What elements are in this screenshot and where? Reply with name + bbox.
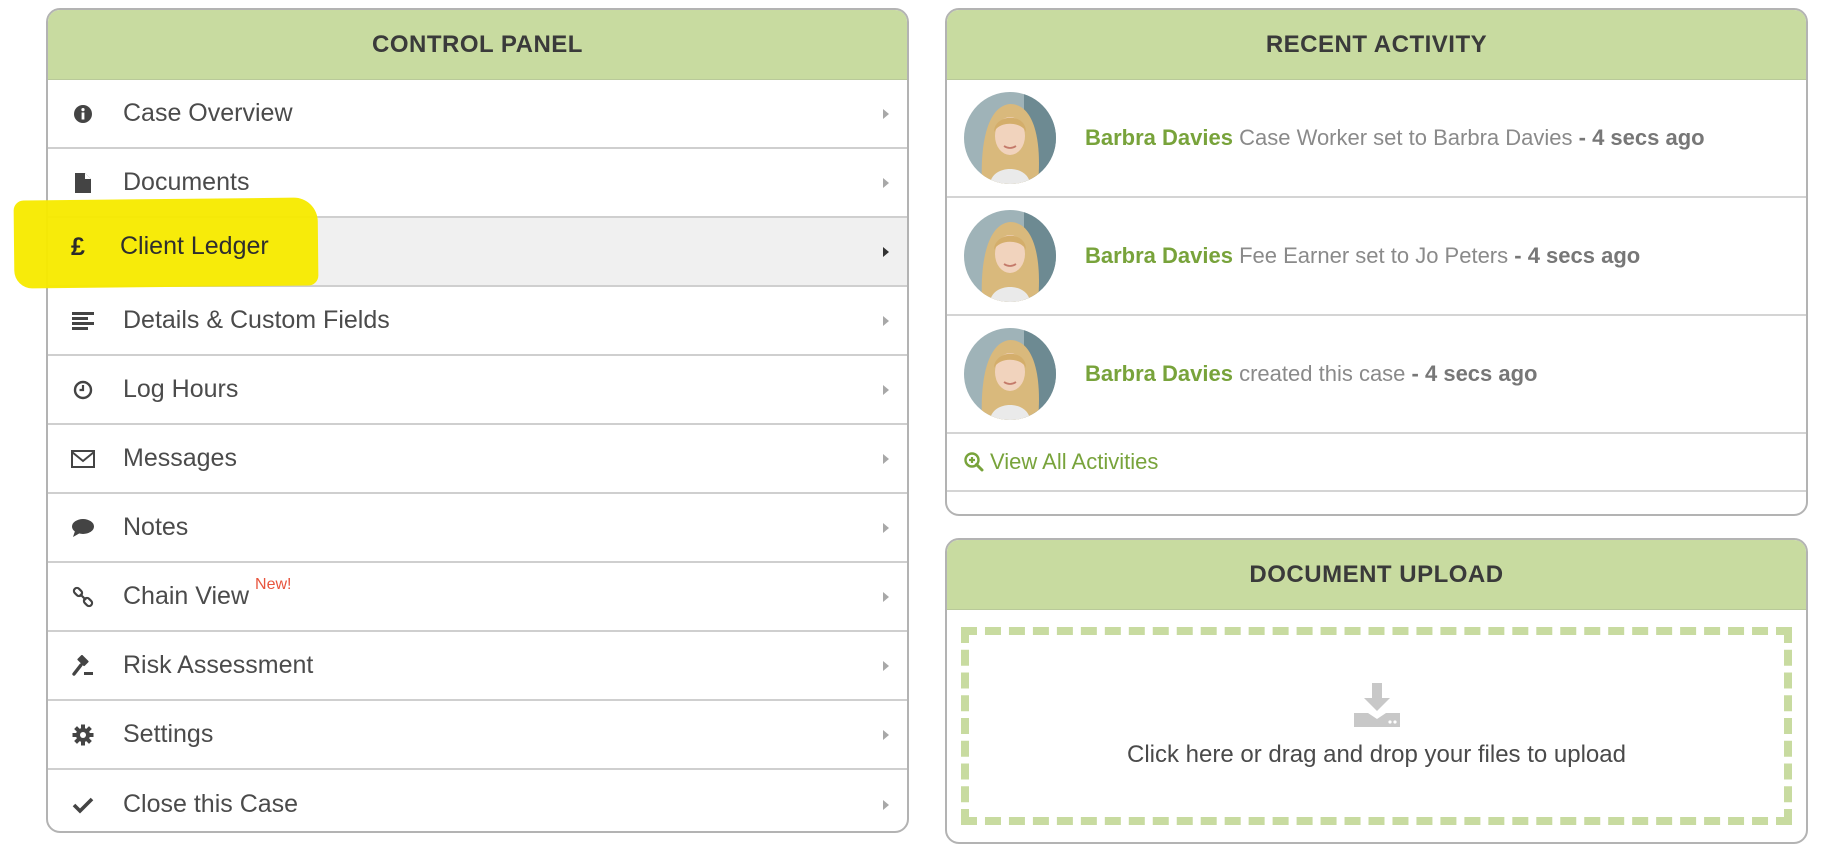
activity-item: Barbra Davies created this case - 4 secs… [947,316,1806,434]
activity-timestamp: 4 secs ago [1527,243,1641,268]
menu-item-details-custom-fields[interactable]: Details & Custom Fields [48,287,907,356]
activity-description: Barbra Davies created this case - 4 secs… [1085,361,1538,387]
control-panel-title: CONTROL PANEL [48,10,907,80]
chevron-right-icon [883,660,889,671]
avatar[interactable] [964,328,1056,420]
chevron-right-icon [883,246,889,257]
menu-item-notes[interactable]: Notes [48,494,907,563]
activity-item: Barbra Davies Fee Earner set to Jo Peter… [947,198,1806,316]
chevron-right-icon [883,315,889,326]
chevron-right-icon [883,384,889,395]
menu-item-label: Case Overview [123,99,293,127]
activity-user-link[interactable]: Barbra Davies [1085,361,1233,386]
control-panel: CONTROL PANEL Case Overview Documents De… [46,8,909,833]
activity-separator: - [1572,125,1593,150]
menu-item-case-overview[interactable]: Case Overview [48,80,907,149]
file-dropzone[interactable]: Click here or drag and drop your files t… [961,627,1792,825]
gear-icon [70,722,96,748]
recent-activity-title: RECENT ACTIVITY [947,10,1806,80]
activity-timestamp: 4 secs ago [1592,125,1705,150]
menu-item-label: Notes [123,513,189,541]
comment-icon [70,515,96,541]
activity-timestamp: 4 secs ago [1424,361,1538,386]
chevron-right-icon [883,522,889,533]
envelope-icon [70,446,96,472]
menu-item-label: Messages [123,444,237,472]
avatar[interactable] [964,92,1056,184]
activity-separator: - [1508,243,1528,268]
info-icon [70,101,96,127]
menu-item-label: Risk Assessment [123,651,314,679]
activity-description: Barbra Davies Case Worker set to Barbra … [1085,125,1705,151]
check-icon [70,792,96,818]
recent-activity-panel: RECENT ACTIVITY Barbra Davies Case Worke… [945,8,1808,516]
menu-item-log-hours[interactable]: Log Hours [48,356,907,425]
menu-item-close-case[interactable]: Close this Case [48,770,907,831]
menu-item-label: Settings [123,720,214,748]
menu-item-settings[interactable]: Settings [48,701,907,770]
activity-user-link[interactable]: Barbra Davies [1085,243,1233,268]
gavel-icon [70,653,96,679]
chevron-right-icon [883,108,889,119]
document-upload-title: DOCUMENT UPLOAD [947,540,1806,610]
chain-icon [70,584,96,610]
chevron-right-icon [883,453,889,464]
zoom-in-icon [964,452,984,472]
activity-message: Fee Earner set to Jo Peters [1239,243,1509,268]
document-upload-panel: DOCUMENT UPLOAD Click here or drag and d… [945,538,1808,844]
pound-icon: £ [71,233,85,261]
menu-item-chain-view[interactable]: Chain View New! [48,563,907,632]
document-icon [70,170,96,196]
menu-item-label: Chain View [123,582,250,610]
chevron-right-icon [883,177,889,188]
chevron-right-icon [883,591,889,602]
menu-item-label: Close this Case [123,790,299,818]
menu-item-messages[interactable]: Messages [48,425,907,494]
activity-message: created this case [1239,361,1406,386]
menu-item-label: Log Hours [123,375,239,403]
chevron-right-icon [883,799,889,810]
new-badge: New! [255,575,292,593]
menu-item-label: Details & Custom Fields [123,306,390,334]
activity-description: Barbra Davies Fee Earner set to Jo Peter… [1085,243,1640,269]
view-all-label: View All Activities [990,449,1159,474]
details-icon [70,308,96,334]
activity-item: Barbra Davies Case Worker set to Barbra … [947,80,1806,198]
chevron-right-icon [883,729,889,740]
download-tray-icon [1353,683,1400,727]
menu-item-risk-assessment[interactable]: Risk Assessment [48,632,907,701]
menu-item-label: Documents [123,168,250,196]
activity-separator: - [1405,361,1425,386]
activity-message: Case Worker set to Barbra Davies [1239,125,1573,150]
clock-icon [70,377,96,403]
upload-prompt: Click here or drag and drop your files t… [1127,741,1626,768]
avatar[interactable] [964,210,1056,302]
view-all-activities-link[interactable]: View All Activities [947,434,1806,492]
client-ledger-label[interactable]: Client Ledger [120,232,269,261]
activity-user-link[interactable]: Barbra Davies [1085,125,1233,150]
